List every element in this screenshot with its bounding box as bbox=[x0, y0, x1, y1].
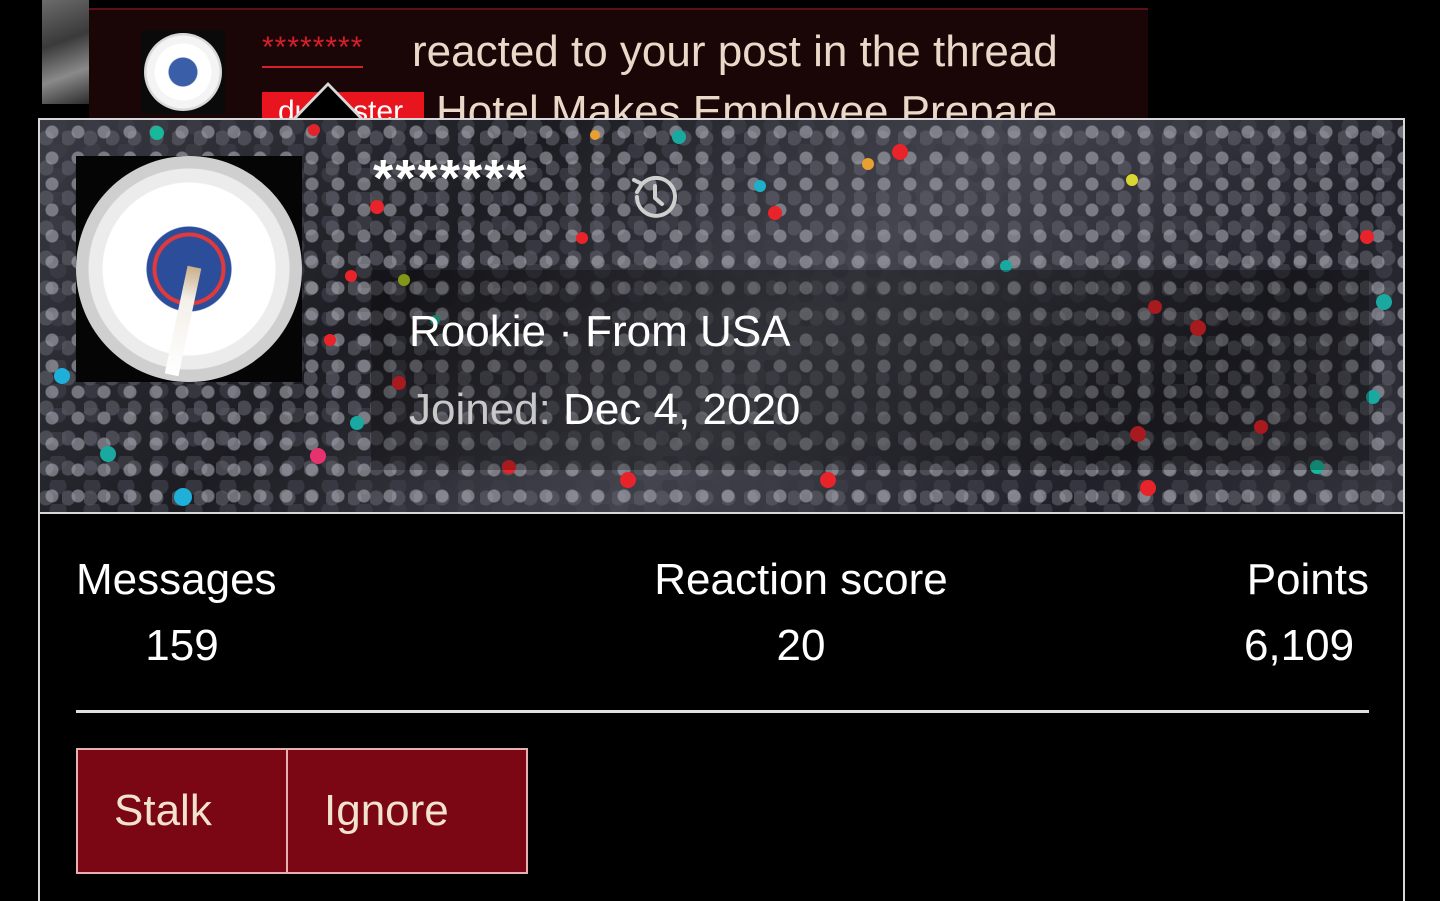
glitter-dot bbox=[892, 144, 908, 160]
notification-thumbnail[interactable] bbox=[42, 0, 89, 104]
glitter-dot bbox=[672, 130, 686, 144]
glitter-dot bbox=[54, 368, 70, 384]
glitter-dot bbox=[310, 448, 326, 464]
glitter-dot bbox=[350, 416, 364, 430]
member-tooltip: ******* Rookie · From USA Joined: Dec 4,… bbox=[38, 118, 1405, 901]
joined-label: Joined: bbox=[409, 385, 551, 434]
history-icon-svg bbox=[632, 175, 677, 218]
glitter-dot bbox=[308, 124, 320, 136]
glitter-dot bbox=[100, 446, 116, 462]
stats-divider bbox=[76, 710, 1369, 713]
page: ******** reacted to your post in the thr… bbox=[0, 0, 1440, 901]
glitter-dot bbox=[174, 488, 192, 506]
glitter-dot bbox=[1360, 230, 1374, 244]
banner-info-shade bbox=[371, 270, 1369, 470]
member-username-link[interactable]: ******* bbox=[373, 146, 529, 212]
glitter-dot bbox=[820, 472, 836, 488]
stat-reaction-label: Reaction score bbox=[654, 555, 948, 604]
glitter-dot bbox=[754, 180, 766, 192]
glitter-dot bbox=[1376, 294, 1392, 310]
joined-date: Dec 4, 2020 bbox=[563, 385, 801, 434]
thread-title-link[interactable]: Hotel Makes Employee Prepare bbox=[436, 86, 1057, 120]
glitter-dot bbox=[1140, 480, 1156, 496]
glitter-dot bbox=[1126, 174, 1138, 186]
history-icon[interactable] bbox=[624, 166, 686, 228]
stat-messages-label: Messages bbox=[76, 555, 277, 604]
notification-text: reacted to your post in the thread bbox=[412, 27, 1058, 76]
glitter-dot bbox=[345, 270, 357, 282]
notification-username-link[interactable]: ******** bbox=[262, 30, 364, 68]
glitter-dot bbox=[862, 158, 874, 170]
glitter-dot bbox=[324, 334, 336, 346]
stat-messages-value: 159 bbox=[145, 621, 219, 670]
glitter-dot bbox=[590, 130, 600, 140]
member-joined: Joined: Dec 4, 2020 bbox=[409, 382, 800, 438]
stat-messages[interactable]: Messages 159 bbox=[76, 552, 288, 674]
stat-reaction-value: 20 bbox=[776, 621, 826, 670]
stalk-button[interactable]: Stalk bbox=[78, 750, 288, 872]
glitter-dot bbox=[620, 472, 636, 488]
profile-banner: ******* Rookie · From USA Joined: Dec 4,… bbox=[40, 120, 1403, 514]
popup-arrow-fill bbox=[296, 86, 360, 119]
member-avatar[interactable] bbox=[76, 156, 302, 382]
glitter-dot bbox=[150, 126, 164, 140]
stat-reaction-score[interactable]: Reaction score 20 bbox=[648, 552, 954, 674]
glitter-dot bbox=[768, 206, 782, 220]
ashtray-image bbox=[144, 33, 222, 111]
member-actions: Stalk Ignore bbox=[76, 748, 528, 874]
member-user-title: Rookie · From USA bbox=[409, 307, 791, 356]
glitter-dot bbox=[576, 232, 588, 244]
stat-points-value: 6,109 bbox=[1243, 621, 1355, 670]
ignore-button[interactable]: Ignore bbox=[288, 750, 526, 872]
notification-avatar[interactable] bbox=[141, 30, 225, 114]
member-stats: Messages 159 Reaction score 20 Points 6,… bbox=[76, 552, 1369, 682]
stat-points[interactable]: Points 6,109 bbox=[1229, 552, 1369, 674]
stat-points-label: Points bbox=[1246, 555, 1369, 604]
